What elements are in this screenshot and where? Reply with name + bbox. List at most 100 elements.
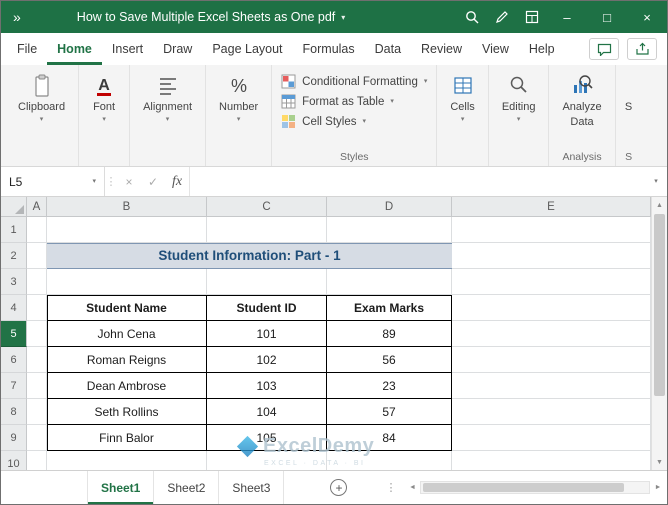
grid-cell[interactable] bbox=[452, 243, 651, 269]
grid-cell[interactable] bbox=[207, 451, 327, 470]
grid-cell[interactable] bbox=[27, 321, 47, 347]
name-box-dropdown-icon[interactable]: ▾ bbox=[92, 178, 96, 186]
horizontal-scroll-thumb[interactable] bbox=[423, 483, 623, 492]
add-sheet-button[interactable]: + bbox=[330, 471, 347, 504]
table-cell[interactable]: 57 bbox=[327, 399, 452, 425]
alignment-button[interactable]: Alignment ▾ bbox=[139, 71, 196, 126]
formula-input[interactable] bbox=[189, 167, 645, 196]
grid-cell[interactable] bbox=[27, 295, 47, 321]
cancel-formula-button[interactable]: × bbox=[117, 167, 141, 196]
cell-styles-button[interactable]: Cell Styles ▾ bbox=[281, 114, 366, 129]
table-cell[interactable]: Finn Balor bbox=[47, 425, 207, 451]
grid-cell[interactable] bbox=[27, 425, 47, 451]
grid-cell[interactable] bbox=[452, 347, 651, 373]
table-cell[interactable]: 56 bbox=[327, 347, 452, 373]
grid-cell[interactable] bbox=[452, 321, 651, 347]
grid-cell[interactable] bbox=[452, 425, 651, 451]
grid-cell[interactable] bbox=[452, 451, 651, 470]
comments-button[interactable] bbox=[589, 38, 619, 60]
formula-bar-expand-icon[interactable]: ▾ bbox=[645, 167, 667, 196]
clipboard-button[interactable]: Clipboard ▾ bbox=[14, 71, 69, 126]
tab-help[interactable]: Help bbox=[519, 33, 565, 65]
tab-formulas[interactable]: Formulas bbox=[293, 33, 365, 65]
table-cell[interactable]: 89 bbox=[327, 321, 452, 347]
row-header-6[interactable]: 6 bbox=[1, 347, 27, 373]
sheet-tab-sheet1[interactable]: Sheet1 bbox=[87, 471, 154, 504]
partial-group-button[interactable]: S bbox=[621, 99, 636, 116]
table-header-cell[interactable]: Student ID bbox=[207, 295, 327, 321]
table-cell[interactable]: 84 bbox=[327, 425, 452, 451]
row-header-9[interactable]: 9 bbox=[1, 425, 27, 451]
row-header-5-selected[interactable]: 5 bbox=[1, 321, 27, 347]
grid-cell[interactable] bbox=[27, 269, 47, 295]
title-merged-cell[interactable]: Student Information: Part - 1 bbox=[47, 243, 452, 269]
grid-cell[interactable] bbox=[27, 347, 47, 373]
column-header-d[interactable]: D bbox=[327, 197, 452, 216]
row-header-2[interactable]: 2 bbox=[1, 243, 27, 269]
share-button[interactable] bbox=[627, 38, 657, 60]
sheet-tab-sheet2[interactable]: Sheet2 bbox=[154, 471, 219, 504]
tab-insert[interactable]: Insert bbox=[102, 33, 153, 65]
table-cell[interactable]: Roman Reigns bbox=[47, 347, 207, 373]
table-header-cell[interactable]: Exam Marks bbox=[327, 295, 452, 321]
tab-home[interactable]: Home bbox=[47, 33, 102, 65]
grid-cell[interactable] bbox=[47, 269, 207, 295]
table-cell[interactable]: 102 bbox=[207, 347, 327, 373]
column-header-e[interactable]: E bbox=[452, 197, 651, 216]
grid-cell[interactable] bbox=[452, 399, 651, 425]
vertical-scrollbar[interactable]: ▲ ▼ bbox=[651, 197, 667, 470]
title-dropdown-icon[interactable]: ▾ bbox=[341, 13, 345, 22]
column-header-a[interactable]: A bbox=[27, 197, 47, 216]
table-cell[interactable]: 23 bbox=[327, 373, 452, 399]
select-all-corner[interactable] bbox=[1, 197, 27, 216]
tab-bar-resize-handle[interactable]: ⋮ bbox=[385, 471, 396, 504]
grid-cell[interactable] bbox=[327, 451, 452, 470]
grid-cell[interactable] bbox=[27, 399, 47, 425]
grid-cell[interactable] bbox=[47, 451, 207, 470]
conditional-formatting-button[interactable]: Conditional Formatting ▾ bbox=[281, 74, 427, 89]
grid-cell[interactable] bbox=[27, 243, 47, 269]
row-header-10[interactable]: 10 bbox=[1, 451, 27, 470]
table-cell[interactable]: Seth Rollins bbox=[47, 399, 207, 425]
grid-cell[interactable] bbox=[207, 217, 327, 243]
format-as-table-button[interactable]: Format as Table ▾ bbox=[281, 94, 394, 109]
scroll-down-icon[interactable]: ▼ bbox=[652, 454, 667, 470]
close-button[interactable]: × bbox=[627, 1, 667, 33]
grid-cell[interactable] bbox=[452, 295, 651, 321]
column-header-c[interactable]: C bbox=[207, 197, 327, 216]
tab-file[interactable]: File bbox=[7, 33, 47, 65]
scroll-right-icon[interactable]: ► bbox=[650, 484, 666, 491]
grid-cell[interactable] bbox=[452, 373, 651, 399]
grid-cell[interactable] bbox=[207, 269, 327, 295]
maximize-button[interactable]: □ bbox=[587, 1, 627, 33]
horizontal-scroll-track[interactable] bbox=[420, 481, 650, 494]
row-header-1[interactable]: 1 bbox=[1, 217, 27, 243]
grid-icon[interactable] bbox=[517, 1, 547, 33]
tab-view[interactable]: View bbox=[472, 33, 519, 65]
grid-cell[interactable] bbox=[327, 217, 452, 243]
grid-cell[interactable] bbox=[452, 217, 651, 243]
table-header-cell[interactable]: Student Name bbox=[47, 295, 207, 321]
table-cell[interactable]: John Cena bbox=[47, 321, 207, 347]
analyze-data-button[interactable]: Analyze Data bbox=[558, 71, 605, 131]
horizontal-scrollbar[interactable]: ◄ ► bbox=[404, 471, 667, 504]
row-header-8[interactable]: 8 bbox=[1, 399, 27, 425]
scroll-up-icon[interactable]: ▲ bbox=[652, 197, 667, 213]
grid-cell[interactable] bbox=[27, 217, 47, 243]
row-header-7[interactable]: 7 bbox=[1, 373, 27, 399]
pen-icon[interactable] bbox=[487, 1, 517, 33]
grid-cell[interactable] bbox=[327, 269, 452, 295]
scroll-left-icon[interactable]: ◄ bbox=[404, 484, 420, 491]
font-button[interactable]: A Font ▾ bbox=[88, 71, 120, 126]
table-cell[interactable]: 105 bbox=[207, 425, 327, 451]
cells-button[interactable]: Cells ▾ bbox=[446, 71, 478, 126]
quick-access-overflow-icon[interactable]: » bbox=[1, 9, 31, 25]
vertical-scroll-track[interactable] bbox=[652, 213, 667, 454]
row-header-4[interactable]: 4 bbox=[1, 295, 27, 321]
grid-cell[interactable] bbox=[47, 217, 207, 243]
column-header-b[interactable]: B bbox=[47, 197, 207, 216]
row-header-3[interactable]: 3 bbox=[1, 269, 27, 295]
tab-draw[interactable]: Draw bbox=[153, 33, 202, 65]
tab-data[interactable]: Data bbox=[365, 33, 411, 65]
enter-formula-button[interactable]: ✓ bbox=[141, 167, 165, 196]
